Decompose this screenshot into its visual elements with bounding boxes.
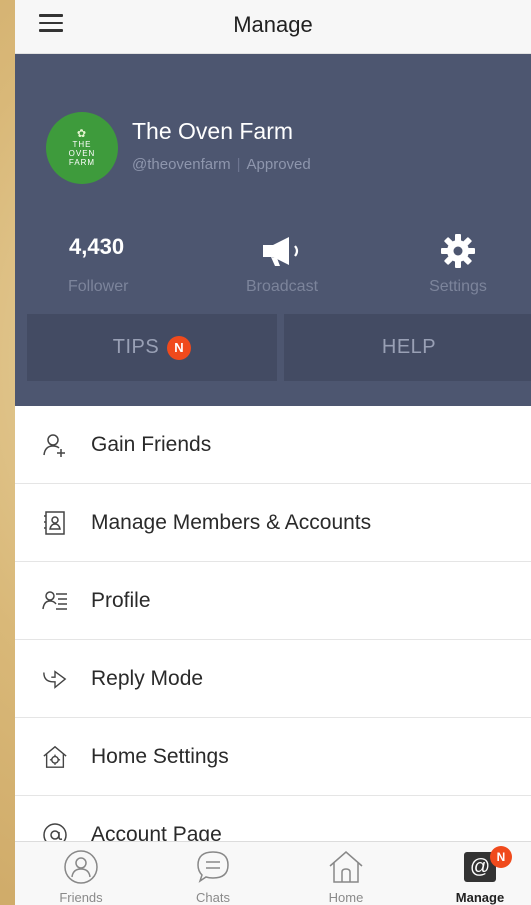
settings-button[interactable]: Settings xyxy=(383,234,531,296)
home-icon xyxy=(301,848,391,886)
menu-item-reply-mode[interactable]: Reply Mode xyxy=(15,640,531,718)
home-gear-icon xyxy=(42,744,68,770)
menu-item-manage-members[interactable]: Manage Members & Accounts xyxy=(15,484,531,562)
manage-new-badge: N xyxy=(490,846,512,868)
megaphone-icon xyxy=(207,234,357,268)
account-name: The Oven Farm xyxy=(132,118,294,144)
manage-menu: Gain Friends Manage Members & Accounts P… xyxy=(15,406,531,874)
broadcast-button[interactable]: Broadcast xyxy=(207,234,357,296)
help-button[interactable]: HELP xyxy=(284,314,531,381)
page-title: Manage xyxy=(233,12,313,37)
avatar[interactable]: ✿ THE OVEN FARM xyxy=(46,112,118,184)
menu-label: Home Settings xyxy=(91,744,229,768)
tips-label: TIPS xyxy=(112,336,160,358)
gear-icon xyxy=(383,234,531,268)
chat-bubble-icon xyxy=(168,848,258,886)
account-subtitle: @theovenfarm | Approved xyxy=(132,156,311,173)
menu-label: Reply Mode xyxy=(91,666,204,690)
profile-list-icon xyxy=(42,588,68,614)
nav-manage[interactable]: @ N Manage xyxy=(435,846,525,905)
member-card-icon xyxy=(42,510,68,536)
menu-label: Gain Friends xyxy=(91,432,212,456)
nav-label: Friends xyxy=(59,890,103,905)
logo-line-2: OVEN xyxy=(68,149,96,158)
new-badge: N xyxy=(167,335,192,360)
account-status: Approved xyxy=(246,156,311,173)
friends-icon xyxy=(36,848,126,886)
nav-home[interactable]: Home xyxy=(301,848,391,905)
nav-label: Chats xyxy=(196,890,230,905)
nav-friends[interactable]: Friends xyxy=(36,848,126,905)
manage-icon: @ N xyxy=(435,846,525,886)
nav-label: Home xyxy=(328,890,364,905)
menu-item-gain-friends[interactable]: Gain Friends xyxy=(15,406,531,484)
follower-stat[interactable]: 4,430 Follower xyxy=(29,234,179,296)
menu-item-home-settings[interactable]: Home Settings xyxy=(15,718,531,796)
nav-chats[interactable]: Chats xyxy=(168,848,258,905)
app-screen: Manage ✿ THE OVEN FARM The Oven Farm @th… xyxy=(15,0,531,905)
add-person-icon xyxy=(42,432,68,458)
bottom-navigation: Friends Chats Home @ N Manage xyxy=(15,841,531,905)
logo-line-1: THE xyxy=(72,140,92,149)
help-label: HELP xyxy=(381,336,437,358)
follower-label: Follower xyxy=(68,278,129,295)
menu-label: Profile xyxy=(91,588,151,612)
menu-item-profile[interactable]: Profile xyxy=(15,562,531,640)
menu-label: Manage Members & Accounts xyxy=(91,510,372,534)
top-bar: Manage xyxy=(15,0,531,54)
tips-button[interactable]: TIPS N xyxy=(27,314,277,381)
account-handle: @theovenfarm xyxy=(132,156,231,173)
logo-line-3: FARM xyxy=(68,158,96,167)
account-card: ✿ THE OVEN FARM The Oven Farm @theovenfa… xyxy=(15,54,531,406)
settings-label: Settings xyxy=(429,278,487,295)
sprout-icon: ✿ xyxy=(76,128,88,140)
follower-count: 4,430 xyxy=(69,234,125,259)
reply-arrow-icon xyxy=(42,666,68,692)
nav-label: Manage xyxy=(455,890,505,905)
broadcast-label: Broadcast xyxy=(245,278,319,295)
